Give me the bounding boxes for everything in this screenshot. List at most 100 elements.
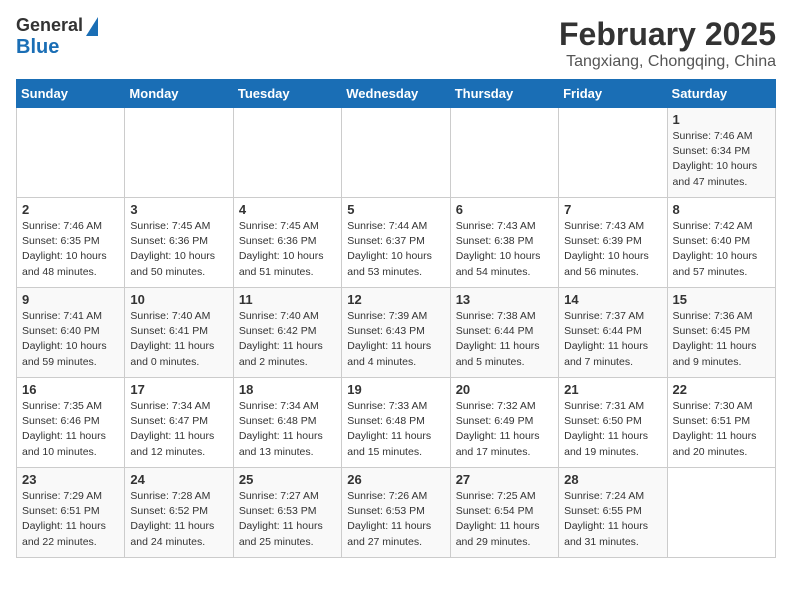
day-info: Sunrise: 7:40 AM Sunset: 6:41 PM Dayligh… [130,309,227,370]
day-number: 21 [564,382,661,397]
calendar-week-row: 2 Sunrise: 7:46 AM Sunset: 6:35 PM Daylig… [17,198,776,288]
calendar-cell: 2 Sunrise: 7:46 AM Sunset: 6:35 PM Daylig… [17,198,125,288]
calendar-cell [342,108,450,198]
calendar-cell: 3 Sunrise: 7:45 AM Sunset: 6:36 PM Daylig… [125,198,233,288]
calendar-cell: 16 Sunrise: 7:35 AM Sunset: 6:46 PM Dayli… [17,378,125,468]
day-info: Sunrise: 7:46 AM Sunset: 6:34 PM Dayligh… [673,129,770,190]
day-number: 7 [564,202,661,217]
calendar-cell [667,468,775,558]
day-number: 27 [456,472,553,487]
calendar-cell: 13 Sunrise: 7:38 AM Sunset: 6:44 PM Dayli… [450,288,558,378]
calendar-cell [233,108,341,198]
day-info: Sunrise: 7:42 AM Sunset: 6:40 PM Dayligh… [673,219,770,280]
day-number: 1 [673,112,770,127]
day-info: Sunrise: 7:38 AM Sunset: 6:44 PM Dayligh… [456,309,553,370]
day-info: Sunrise: 7:41 AM Sunset: 6:40 PM Dayligh… [22,309,119,370]
month-year-title: February 2025 [559,16,776,53]
calendar-cell: 24Sunrise: 7:28 AM Sunset: 6:52 PM Dayli… [125,468,233,558]
location-subtitle: Tangxiang, Chongqing, China [559,53,776,71]
calendar-cell: 1 Sunrise: 7:46 AM Sunset: 6:34 PM Daylig… [667,108,775,198]
calendar-week-row: 23 Sunrise: 7:29 AM Sunset: 6:51 PM Dayli… [17,468,776,558]
calendar-cell: 12 Sunrise: 7:39 AM Sunset: 6:43 PM Dayli… [342,288,450,378]
calendar-cell: 18 Sunrise: 7:34 AM Sunset: 6:48 PM Dayli… [233,378,341,468]
weekday-header: Wednesday [342,80,450,108]
day-number: 18 [239,382,336,397]
calendar-cell: 8 Sunrise: 7:42 AM Sunset: 6:40 PM Daylig… [667,198,775,288]
calendar-cell: 23 Sunrise: 7:29 AM Sunset: 6:51 PM Dayli… [17,468,125,558]
day-number: 25 [239,472,336,487]
logo-text: General Blue [16,16,98,58]
day-info: Sunrise: 7:24 AM Sunset: 6:55 PM Dayligh… [564,489,661,550]
calendar-cell: 14Sunrise: 7:37 AM Sunset: 6:44 PM Dayli… [559,288,667,378]
day-number: 13 [456,292,553,307]
weekday-header: Tuesday [233,80,341,108]
day-info: Sunrise: 7:45 AM Sunset: 6:36 PM Dayligh… [239,219,336,280]
day-number: 19 [347,382,444,397]
day-number: 11 [239,292,336,307]
weekday-header: Thursday [450,80,558,108]
day-info: Sunrise: 7:43 AM Sunset: 6:39 PM Dayligh… [564,219,661,280]
day-info: Sunrise: 7:37 AM Sunset: 6:44 PM Dayligh… [564,309,661,370]
day-number: 16 [22,382,119,397]
day-info: Sunrise: 7:36 AM Sunset: 6:45 PM Dayligh… [673,309,770,370]
calendar-cell: 6 Sunrise: 7:43 AM Sunset: 6:38 PM Daylig… [450,198,558,288]
day-info: Sunrise: 7:45 AM Sunset: 6:36 PM Dayligh… [130,219,227,280]
day-info: Sunrise: 7:31 AM Sunset: 6:50 PM Dayligh… [564,399,661,460]
day-number: 23 [22,472,119,487]
day-info: Sunrise: 7:46 AM Sunset: 6:35 PM Dayligh… [22,219,119,280]
day-info: Sunrise: 7:27 AM Sunset: 6:53 PM Dayligh… [239,489,336,550]
calendar-cell [559,108,667,198]
day-info: Sunrise: 7:34 AM Sunset: 6:48 PM Dayligh… [239,399,336,460]
calendar-cell: 19 Sunrise: 7:33 AM Sunset: 6:48 PM Dayli… [342,378,450,468]
weekday-header: Monday [125,80,233,108]
day-number: 15 [673,292,770,307]
day-number: 3 [130,202,227,217]
day-number: 4 [239,202,336,217]
weekday-header: Sunday [17,80,125,108]
calendar-cell: 22Sunrise: 7:30 AM Sunset: 6:51 PM Dayli… [667,378,775,468]
day-number: 28 [564,472,661,487]
calendar-cell: 15 Sunrise: 7:36 AM Sunset: 6:45 PM Dayli… [667,288,775,378]
day-info: Sunrise: 7:43 AM Sunset: 6:38 PM Dayligh… [456,219,553,280]
calendar-cell: 5 Sunrise: 7:44 AM Sunset: 6:37 PM Daylig… [342,198,450,288]
calendar-cell: 20Sunrise: 7:32 AM Sunset: 6:49 PM Dayli… [450,378,558,468]
day-number: 10 [130,292,227,307]
calendar-cell: 9Sunrise: 7:41 AM Sunset: 6:40 PM Daylig… [17,288,125,378]
day-info: Sunrise: 7:34 AM Sunset: 6:47 PM Dayligh… [130,399,227,460]
day-number: 2 [22,202,119,217]
calendar-cell: 7 Sunrise: 7:43 AM Sunset: 6:39 PM Daylig… [559,198,667,288]
day-info: Sunrise: 7:30 AM Sunset: 6:51 PM Dayligh… [673,399,770,460]
day-number: 12 [347,292,444,307]
day-number: 5 [347,202,444,217]
page-header: General Blue February 2025 Tangxiang, Ch… [16,16,776,71]
day-info: Sunrise: 7:44 AM Sunset: 6:37 PM Dayligh… [347,219,444,280]
title-block: February 2025 Tangxiang, Chongqing, Chin… [559,16,776,71]
calendar-cell: 26 Sunrise: 7:26 AM Sunset: 6:53 PM Dayli… [342,468,450,558]
day-info: Sunrise: 7:40 AM Sunset: 6:42 PM Dayligh… [239,309,336,370]
calendar-cell: 17Sunrise: 7:34 AM Sunset: 6:47 PM Dayli… [125,378,233,468]
calendar-cell [125,108,233,198]
calendar-cell: 27 Sunrise: 7:25 AM Sunset: 6:54 PM Dayli… [450,468,558,558]
calendar-week-row: 16 Sunrise: 7:35 AM Sunset: 6:46 PM Dayli… [17,378,776,468]
day-number: 6 [456,202,553,217]
day-info: Sunrise: 7:39 AM Sunset: 6:43 PM Dayligh… [347,309,444,370]
day-number: 8 [673,202,770,217]
day-info: Sunrise: 7:25 AM Sunset: 6:54 PM Dayligh… [456,489,553,550]
calendar-cell: 25 Sunrise: 7:27 AM Sunset: 6:53 PM Dayli… [233,468,341,558]
calendar-table: SundayMondayTuesdayWednesdayThursdayFrid… [16,79,776,558]
calendar-cell: 28 Sunrise: 7:24 AM Sunset: 6:55 PM Dayli… [559,468,667,558]
day-info: Sunrise: 7:26 AM Sunset: 6:53 PM Dayligh… [347,489,444,550]
calendar-cell: 11 Sunrise: 7:40 AM Sunset: 6:42 PM Dayli… [233,288,341,378]
day-info: Sunrise: 7:33 AM Sunset: 6:48 PM Dayligh… [347,399,444,460]
day-info: Sunrise: 7:28 AM Sunset: 6:52 PM Dayligh… [130,489,227,550]
day-info: Sunrise: 7:32 AM Sunset: 6:49 PM Dayligh… [456,399,553,460]
weekday-header: Friday [559,80,667,108]
calendar-cell: 10 Sunrise: 7:40 AM Sunset: 6:41 PM Dayli… [125,288,233,378]
day-info: Sunrise: 7:35 AM Sunset: 6:46 PM Dayligh… [22,399,119,460]
day-number: 26 [347,472,444,487]
calendar-cell: 4 Sunrise: 7:45 AM Sunset: 6:36 PM Daylig… [233,198,341,288]
calendar-cell: 21 Sunrise: 7:31 AM Sunset: 6:50 PM Dayli… [559,378,667,468]
weekday-header: Saturday [667,80,775,108]
day-info: Sunrise: 7:29 AM Sunset: 6:51 PM Dayligh… [22,489,119,550]
calendar-cell [450,108,558,198]
